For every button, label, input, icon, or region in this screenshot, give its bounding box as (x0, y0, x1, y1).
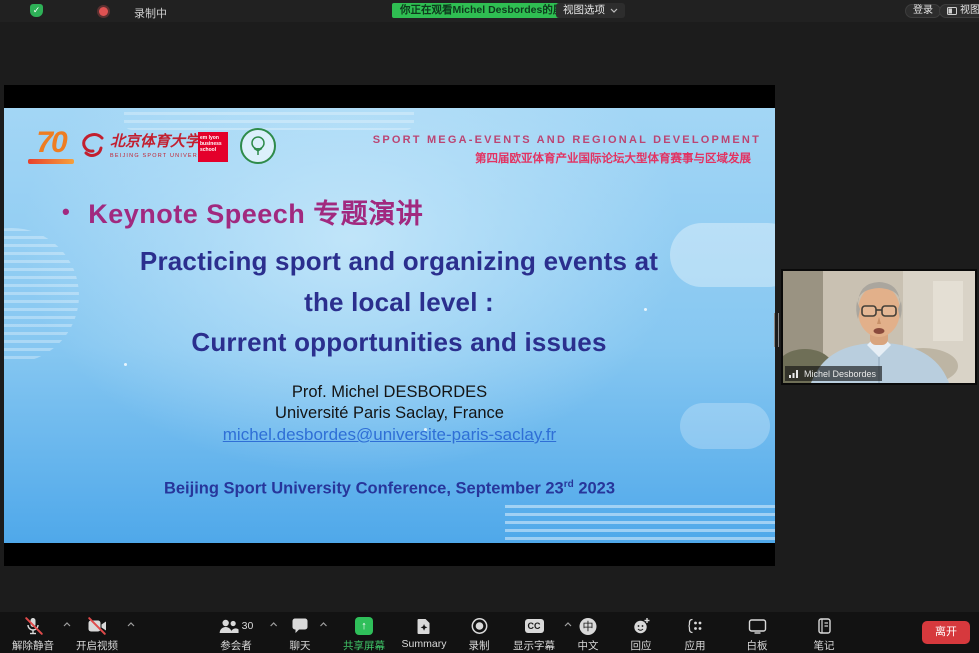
chevron-up-icon[interactable] (269, 622, 277, 627)
footer-ordinal: rd (564, 479, 574, 490)
whiteboard-icon (748, 617, 766, 635)
meeting-toolbar: 解除静音 开启视频 30 参会者 (0, 612, 979, 653)
chevron-up-icon[interactable] (63, 622, 71, 627)
anniversary-ribbon (28, 159, 74, 164)
view-options-button[interactable]: 视图选项 (556, 3, 625, 18)
cc-icon: CC (525, 617, 544, 635)
chevron-up-icon[interactable] (127, 622, 135, 627)
language-icon: 中 (580, 617, 597, 635)
conference-header-english: SPORT MEGA-EVENTS AND REGIONAL DEVELOPME… (373, 134, 761, 146)
reaction-smiley-icon (632, 617, 650, 635)
anniversary-number: 70 (28, 128, 74, 158)
chevron-up-icon[interactable] (564, 622, 572, 627)
camera-off-icon (88, 617, 107, 635)
tree-icon (248, 135, 268, 157)
record-button[interactable]: 录制 (469, 617, 490, 653)
bsu-swirl-icon (80, 132, 106, 158)
share-screen-button[interactable]: ↑ 共享屏幕 (343, 617, 385, 653)
decor-striped-band-bottom (505, 505, 775, 543)
slide-title: Practicing sport and organizing events a… (49, 241, 749, 363)
speaker-email-link[interactable]: michel.desbordes@universite-paris-saclay… (4, 424, 775, 445)
signal-bars-icon (789, 369, 800, 378)
start-video-button[interactable]: 开启视频 (76, 617, 118, 653)
speaker-affiliation: Université Paris Saclay, France (4, 403, 775, 424)
participant-name-tag: Michel Desbordes (785, 366, 882, 381)
summary-doc-icon (417, 617, 432, 635)
video-panel-drag-handle[interactable] (774, 313, 779, 347)
watching-screen-banner: 你正在观看Michel Desbordes的屏幕 (392, 3, 582, 18)
language-button[interactable]: 中 中文 (578, 617, 599, 653)
view-layout-button[interactable]: 视图 (939, 4, 979, 18)
notes-icon (817, 617, 831, 635)
notes-button[interactable]: 笔记 (814, 617, 835, 653)
green-emblem-logo (240, 128, 276, 164)
keynote-heading: • Keynote Speech 专题演讲 (62, 192, 423, 231)
leave-meeting-button[interactable]: 离开 (922, 621, 970, 644)
share-screen-icon: ↑ (355, 617, 373, 635)
recording-indicator-icon (99, 7, 108, 16)
slide-title-line1: Practicing sport and organizing events a… (49, 241, 749, 282)
participants-icon (219, 619, 239, 634)
speaker-name: Prof. Michel DESBORDES (4, 382, 775, 403)
chevron-down-icon (610, 8, 618, 13)
login-button[interactable]: 登录 (905, 4, 941, 18)
top-bar: ✓ 录制中 你正在观看Michel Desbordes的屏幕 视图选项 登录 视… (0, 0, 979, 22)
presentation-slide: 70 北京体育大学 BEIJING SPORT UNIVERSITY em ly… (4, 108, 775, 543)
login-label: 登录 (913, 5, 933, 17)
emlyon-logo: em lyon business school (198, 132, 228, 162)
conference-header: SPORT MEGA-EVENTS AND REGIONAL DEVELOPME… (373, 134, 761, 166)
keynote-label: Keynote Speech 专题演讲 (88, 192, 423, 231)
security-shield-icon[interactable]: ✓ (30, 4, 43, 17)
footer-text: Beijing Sport University Conference, Sep… (164, 480, 564, 498)
slide-title-line3: Current opportunities and issues (49, 322, 749, 363)
record-icon (470, 617, 488, 635)
apps-icon (687, 617, 703, 635)
bullet-icon: • (62, 199, 70, 225)
view-label: 视图 (960, 5, 979, 17)
speaker-block: Prof. Michel DESBORDES Université Paris … (4, 382, 775, 445)
chat-bubble-icon (292, 617, 309, 635)
layout-icon (947, 7, 957, 15)
chat-button[interactable]: 聊天 (290, 617, 311, 653)
view-options-label: 视图选项 (563, 3, 605, 18)
decor-striped-band-top (124, 108, 414, 130)
shared-screen-area: 70 北京体育大学 BEIJING SPORT UNIVERSITY em ly… (4, 85, 775, 566)
reactions-button[interactable]: 回应 (631, 617, 652, 653)
participants-button[interactable]: 30 参会者 (219, 617, 254, 653)
decor-sparkle (124, 363, 127, 366)
up-arrow-icon: ↑ (361, 620, 367, 632)
apps-button[interactable]: 应用 (685, 617, 706, 653)
beijing-sport-university-logo: 北京体育大学 BEIJING SPORT UNIVERSITY (80, 130, 215, 159)
participants-count: 30 (242, 620, 254, 632)
unmute-button[interactable]: 解除静音 (12, 617, 54, 653)
participant-video-tile[interactable]: Michel Desbordes (781, 269, 977, 385)
captions-button[interactable]: CC 显示字幕 (513, 617, 555, 653)
slide-footer: Beijing Sport University Conference, Sep… (4, 479, 775, 499)
microphone-muted-icon (25, 617, 41, 635)
whiteboard-button[interactable]: 白板 (747, 617, 768, 653)
slide-title-line2: the local level : (49, 282, 749, 323)
participant-name: Michel Desbordes (804, 369, 876, 379)
70th-anniversary-logo: 70 (28, 128, 74, 164)
recording-status-label: 录制中 (134, 5, 167, 21)
chevron-up-icon[interactable] (320, 622, 328, 627)
conference-header-chinese: 第四届欧亚体育产业国际论坛大型体育赛事与区域发展 (373, 150, 751, 166)
footer-year: 2023 (574, 480, 615, 498)
summary-button[interactable]: Summary (402, 617, 447, 650)
